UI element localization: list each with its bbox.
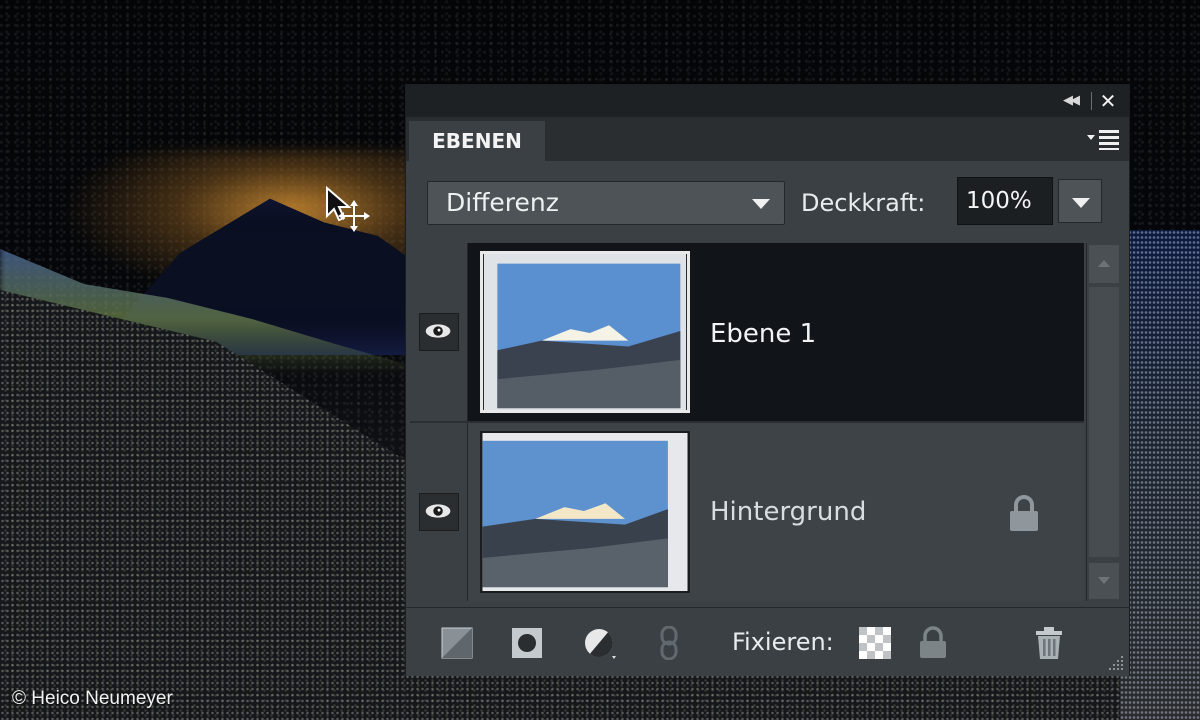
- chevron-down-icon: [752, 199, 770, 209]
- resize-grip-icon[interactable]: [1107, 654, 1125, 672]
- panel-footer: Fixieren:: [406, 607, 1129, 676]
- right-edge-image: [1120, 230, 1200, 720]
- copyright-text: © Heico Neumeyer: [12, 688, 173, 709]
- blend-mode-value: Differenz: [446, 188, 559, 217]
- panel-tabstrip: EBENEN: [406, 117, 1129, 161]
- adjustment-layer-icon[interactable]: [582, 626, 616, 660]
- eye-icon: [425, 504, 451, 518]
- layers-panel: ◀◀ ✕ EBENEN Differenz Deckkraft: 100% Eb…: [405, 84, 1130, 676]
- chevron-up-icon: [1098, 260, 1110, 267]
- tab-ebenen[interactable]: EBENEN: [409, 121, 545, 161]
- panel-titlebar[interactable]: ◀◀ ✕: [406, 85, 1129, 117]
- link-icon[interactable]: [652, 626, 686, 660]
- lock-all-icon[interactable]: [916, 626, 950, 660]
- scroll-track[interactable]: [1089, 287, 1119, 557]
- titlebar-divider: [1091, 92, 1092, 110]
- layer-mask-icon[interactable]: [510, 626, 544, 660]
- opacity-input[interactable]: 100%: [957, 177, 1053, 225]
- close-icon[interactable]: ✕: [1097, 90, 1119, 112]
- layer-thumbnail: [480, 251, 690, 413]
- layer-list-scrollbar[interactable]: [1086, 243, 1122, 601]
- blend-mode-select[interactable]: Differenz: [427, 181, 785, 225]
- lock-transparent-pixels-icon[interactable]: [858, 626, 892, 660]
- panel-menu-icon[interactable]: [1085, 127, 1121, 151]
- thumbnail-image: [482, 433, 688, 591]
- scroll-down-button[interactable]: [1089, 563, 1119, 599]
- layer-visibility-toggle[interactable]: [419, 493, 459, 531]
- eye-icon: [425, 324, 451, 338]
- new-layer-icon[interactable]: [440, 626, 474, 660]
- opacity-label: Deckkraft:: [801, 189, 926, 217]
- chevron-down-icon: [1098, 577, 1110, 584]
- lock-label: Fixieren:: [732, 628, 834, 656]
- layer-row-ebene-1[interactable]: Ebene 1: [410, 243, 1084, 421]
- move-cursor-icon: [326, 186, 370, 232]
- layer-name: Hintergrund: [710, 497, 867, 527]
- layer-list: Ebene 1 Hintergrund: [410, 243, 1084, 601]
- layer-row-hintergrund[interactable]: Hintergrund: [410, 423, 1084, 601]
- layer-name: Ebene 1: [710, 319, 817, 349]
- double-chevron-left-icon[interactable]: ◀◀: [1057, 91, 1083, 111]
- layer-thumbnail: [480, 431, 690, 593]
- opacity-dropdown-button[interactable]: [1058, 179, 1102, 223]
- chevron-down-icon: [1072, 198, 1090, 208]
- scroll-up-button[interactable]: [1089, 245, 1119, 283]
- layer-visibility-toggle[interactable]: [419, 313, 459, 351]
- visibility-column: [410, 423, 468, 601]
- lock-icon: [1010, 495, 1038, 531]
- trash-icon[interactable]: [1032, 626, 1066, 660]
- thumbnail-image: [483, 254, 687, 410]
- visibility-column: [410, 243, 468, 421]
